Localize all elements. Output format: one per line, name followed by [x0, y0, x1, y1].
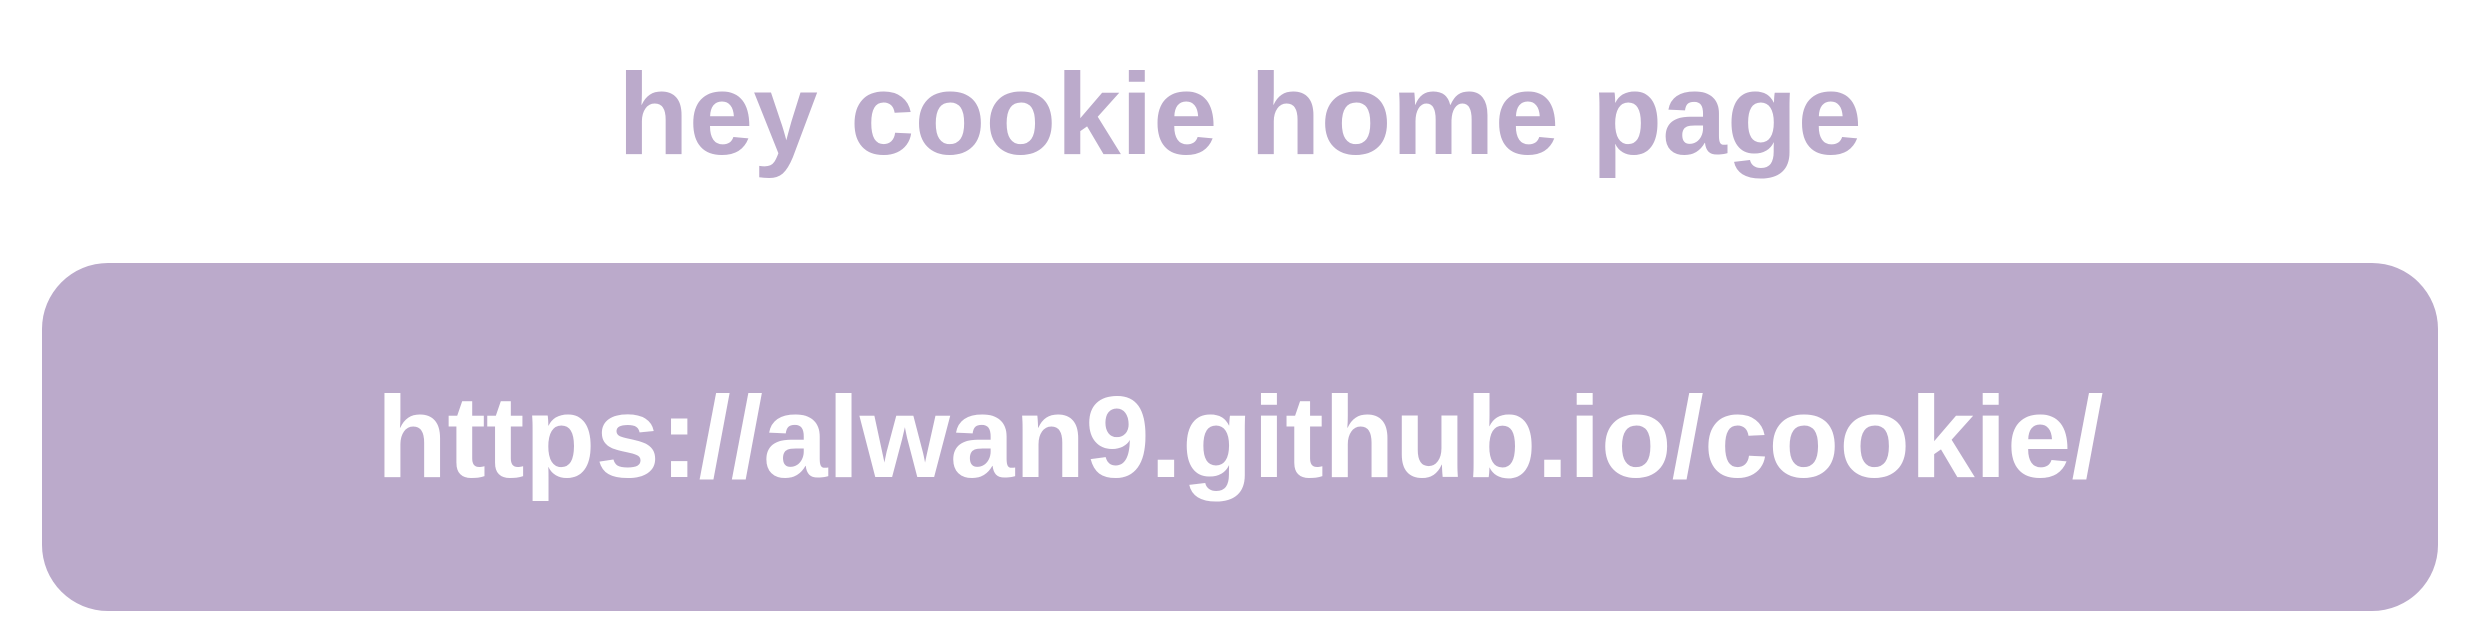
url-link-button[interactable]: https://alwan9.github.io/cookie/ [42, 263, 2438, 611]
url-link-text[interactable]: https://alwan9.github.io/cookie/ [376, 370, 2103, 504]
page-title: hey cookie home page [617, 49, 1863, 179]
page: hey cookie home page https://alwan9.gith… [0, 0, 2480, 639]
